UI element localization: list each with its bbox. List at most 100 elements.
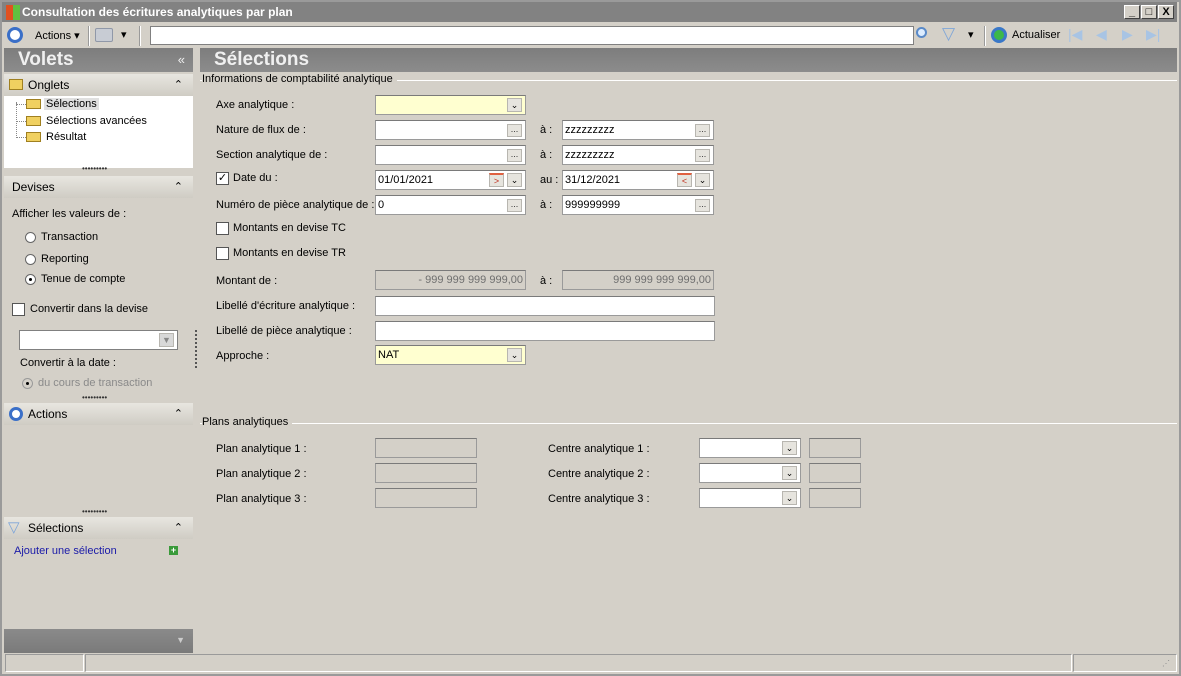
devises-section-header[interactable]: Devises ⌃ — [4, 176, 193, 198]
close-button[interactable]: X — [1158, 5, 1174, 19]
resize-grip[interactable]: ••••••••• — [82, 507, 107, 516]
actions-menu[interactable]: Actions ▾ — [35, 29, 80, 42]
sidebar-header: Volets « — [4, 48, 193, 72]
collapse-chevron-icon[interactable]: ⌃ — [174, 176, 183, 198]
double-chevron-down-icon[interactable]: ⌄ — [507, 348, 522, 362]
tree-item-resultat[interactable]: Résultat — [46, 131, 86, 143]
montant-to-input[interactable]: 999 999 999 999,00 — [562, 270, 714, 290]
nature-from-input[interactable]: ... — [375, 120, 526, 140]
refresh-icon[interactable] — [991, 27, 1007, 43]
search-icon[interactable] — [916, 27, 927, 38]
date-checkbox[interactable]: ✓ — [216, 172, 229, 185]
collapse-chevron-icon[interactable]: ⌃ — [174, 517, 183, 539]
plan-1-input[interactable] — [375, 438, 477, 458]
dropdown-arrow-icon: ▼ — [159, 333, 174, 347]
section-from-input[interactable]: ... — [375, 145, 526, 165]
plan-3-input[interactable] — [375, 488, 477, 508]
section-label: Section analytique de : — [216, 149, 328, 161]
onglets-section-header[interactable]: Onglets ⌃ — [4, 74, 193, 96]
previous-record-icon[interactable]: ◀ — [1096, 26, 1107, 43]
browse-button[interactable]: ... — [507, 124, 522, 137]
actions-circle-icon — [9, 407, 23, 421]
libelle-piece-input[interactable] — [375, 321, 715, 341]
browse-button[interactable]: ... — [695, 199, 710, 212]
tc-checkbox[interactable] — [216, 222, 229, 235]
add-icon[interactable]: + — [169, 546, 178, 555]
resize-grip[interactable]: ••••••••• — [82, 393, 107, 402]
collapse-chevron-icon[interactable]: ⌃ — [174, 403, 183, 425]
tree-item-selections-avancees[interactable]: Sélections avancées — [46, 115, 147, 127]
next-record-icon[interactable]: ▶ — [1122, 26, 1133, 43]
approche-select[interactable]: NAT ⌄ — [375, 345, 526, 365]
actions-section-header[interactable]: Actions ⌃ — [4, 403, 193, 425]
radio-tenue-de-compte[interactable] — [25, 274, 36, 285]
double-chevron-down-icon[interactable]: ⌄ — [782, 441, 797, 455]
libelle-ecriture-label: Libellé d'écriture analytique : — [216, 300, 356, 312]
tr-checkbox[interactable] — [216, 247, 229, 260]
piece-to-input[interactable]: 999999999... — [562, 195, 714, 215]
print-dropdown-icon[interactable]: ▾ — [121, 28, 127, 41]
chevron-down-icon[interactable]: ⌄ — [695, 173, 710, 187]
print-icon[interactable] — [95, 28, 113, 42]
selections-title: Sélections — [28, 521, 84, 535]
browse-button[interactable]: ... — [507, 199, 522, 212]
date-to-input[interactable]: 31/12/2021 < ⌄ — [562, 170, 714, 190]
add-selection-link[interactable]: Ajouter une sélection — [14, 545, 117, 557]
montant-from-input[interactable]: - 999 999 999 999,00 — [375, 270, 526, 290]
selections-section-header[interactable]: ▽ Sélections ⌃ — [4, 517, 193, 539]
first-record-icon[interactable]: |◀ — [1068, 26, 1082, 43]
onglets-tree: Sélections Sélections avancées Résultat — [4, 96, 193, 168]
folder-icon — [26, 132, 41, 142]
libelle-piece-label: Libellé de pièce analytique : — [216, 325, 352, 337]
axe-select[interactable]: ⌄ — [375, 95, 526, 115]
browse-button[interactable]: ... — [695, 124, 710, 137]
convert-currency-checkbox[interactable] — [12, 303, 25, 316]
app-icon — [6, 5, 20, 20]
radio-reporting[interactable] — [25, 254, 36, 265]
filter-dropdown-icon[interactable]: ▾ — [968, 28, 974, 41]
minimize-button[interactable]: _ — [1124, 5, 1140, 19]
convert-currency-label: Convertir dans la devise — [30, 303, 149, 315]
date-from-input[interactable]: 01/01/2021 > ⌄ — [375, 170, 526, 190]
maximize-button[interactable]: □ — [1141, 5, 1157, 19]
collapse-sidebar-button[interactable]: « — [178, 48, 185, 72]
centre-2-desc — [809, 463, 861, 483]
nature-to-input[interactable]: zzzzzzzzz... — [562, 120, 714, 140]
search-input[interactable] — [150, 26, 914, 45]
double-chevron-down-icon[interactable]: ⌄ — [782, 491, 797, 505]
refresh-button[interactable]: Actualiser — [1012, 29, 1060, 41]
plan-2-input[interactable] — [375, 463, 477, 483]
chevron-down-icon[interactable]: ⌄ — [507, 173, 522, 187]
splitter-grip[interactable] — [195, 330, 197, 368]
double-chevron-down-icon[interactable]: ⌄ — [507, 98, 522, 112]
plan-3-label: Plan analytique 3 : — [216, 493, 307, 505]
section-to-input[interactable]: zzzzzzzzz... — [562, 145, 714, 165]
centre-2-label: Centre analytique 2 : — [548, 468, 650, 480]
radio-cours-transaction[interactable] — [22, 378, 33, 389]
group-title-plans: Plans analytiques — [202, 416, 293, 428]
piece-from-input[interactable]: 0... — [375, 195, 526, 215]
chevron-down-icon[interactable]: ▼ — [176, 635, 185, 645]
status-pane-1 — [5, 654, 84, 672]
resize-grip-icon[interactable]: ⋰ — [1162, 659, 1170, 668]
libelle-ecriture-input[interactable] — [375, 296, 715, 316]
calendar-end-icon[interactable]: < — [677, 173, 692, 187]
currency-select[interactable]: ▼ — [19, 330, 178, 350]
calendar-start-icon[interactable]: > — [489, 173, 504, 187]
tree-item-selections[interactable]: Sélections — [44, 98, 99, 110]
radio-transaction[interactable] — [25, 232, 36, 243]
centre-1-desc — [809, 438, 861, 458]
resize-grip[interactable]: ••••••••• — [82, 164, 107, 173]
tr-label: Montants en devise TR — [233, 247, 346, 259]
centre-3-select[interactable]: ⌄ — [699, 488, 801, 508]
folder-icon — [26, 116, 41, 126]
collapse-chevron-icon[interactable]: ⌃ — [174, 74, 183, 96]
browse-button[interactable]: ... — [507, 149, 522, 162]
centre-1-select[interactable]: ⌄ — [699, 438, 801, 458]
browse-button[interactable]: ... — [695, 149, 710, 162]
double-chevron-down-icon[interactable]: ⌄ — [782, 466, 797, 480]
centre-2-select[interactable]: ⌄ — [699, 463, 801, 483]
centre-3-desc — [809, 488, 861, 508]
filter-icon[interactable]: ▽ — [942, 24, 955, 44]
last-record-icon[interactable]: ▶| — [1146, 26, 1160, 43]
